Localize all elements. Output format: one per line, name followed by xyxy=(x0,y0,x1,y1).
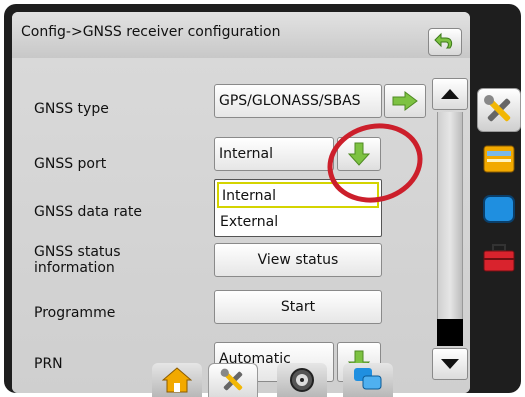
gnss-status-label: GNSS status information xyxy=(34,244,121,276)
arrow-right-icon xyxy=(392,91,418,111)
gnss-type-value-text: GPS/GLONASS/SBAS xyxy=(219,93,361,109)
back-button[interactable] xyxy=(428,28,462,56)
gnss-type-label: GNSS type xyxy=(34,101,109,117)
triangle-up-icon xyxy=(441,89,459,99)
title-bar: Config->GNSS receiver configuration xyxy=(12,12,470,58)
triangle-down-icon xyxy=(441,359,459,369)
gnss-status-label-line2: information xyxy=(34,260,115,276)
gnss-data-rate-label: GNSS data rate xyxy=(34,204,142,220)
programme-start-label: Start xyxy=(280,299,316,315)
scroll-down-button[interactable] xyxy=(432,348,468,380)
bottom-tab-gauge[interactable] xyxy=(277,363,327,397)
scroll-track[interactable] xyxy=(437,112,463,346)
gnss-port-value[interactable]: Internal xyxy=(214,137,334,171)
side-tab-folder[interactable] xyxy=(477,137,521,181)
bottom-tab-home[interactable] xyxy=(152,363,202,397)
bottom-tab-chat[interactable] xyxy=(343,363,393,397)
page-title: Config->GNSS receiver configuration xyxy=(21,24,281,40)
bottom-tab-tools[interactable] xyxy=(208,363,258,397)
view-status-button[interactable]: View status xyxy=(214,243,382,277)
return-arrow-icon xyxy=(434,32,453,49)
scroll-thumb[interactable] xyxy=(437,319,463,346)
device-frame: Config->GNSS receiver configuration GNSS… xyxy=(4,4,521,397)
folder-icon xyxy=(483,145,515,173)
tools-icon xyxy=(484,95,511,122)
gnss-status-label-line1: GNSS status xyxy=(34,244,121,260)
toolbox-icon xyxy=(483,244,515,272)
chat-icon xyxy=(354,368,382,390)
scrollbar[interactable] xyxy=(432,78,468,383)
dropdown-option-external[interactable]: External xyxy=(217,210,379,236)
side-tab-tools[interactable] xyxy=(477,88,521,132)
programme-label: Programme xyxy=(34,305,116,321)
home-icon xyxy=(162,367,192,393)
view-status-label: View status xyxy=(257,252,339,268)
gnss-type-value[interactable]: GPS/GLONASS/SBAS xyxy=(214,84,382,118)
gauge-icon xyxy=(290,368,314,392)
gnss-port-value-text: Internal xyxy=(219,146,273,162)
gnss-port-label: GNSS port xyxy=(34,156,107,172)
settings-panel: Config->GNSS receiver configuration GNSS… xyxy=(12,12,470,393)
side-tab-display[interactable] xyxy=(477,187,521,231)
side-tab-toolbox[interactable] xyxy=(477,236,521,280)
prn-label: PRN xyxy=(34,356,63,372)
programme-start-button[interactable]: Start xyxy=(214,290,382,324)
tools-icon xyxy=(220,368,243,390)
display-icon xyxy=(483,195,515,223)
scroll-up-button[interactable] xyxy=(432,78,468,110)
gnss-type-next-button[interactable] xyxy=(384,84,426,118)
